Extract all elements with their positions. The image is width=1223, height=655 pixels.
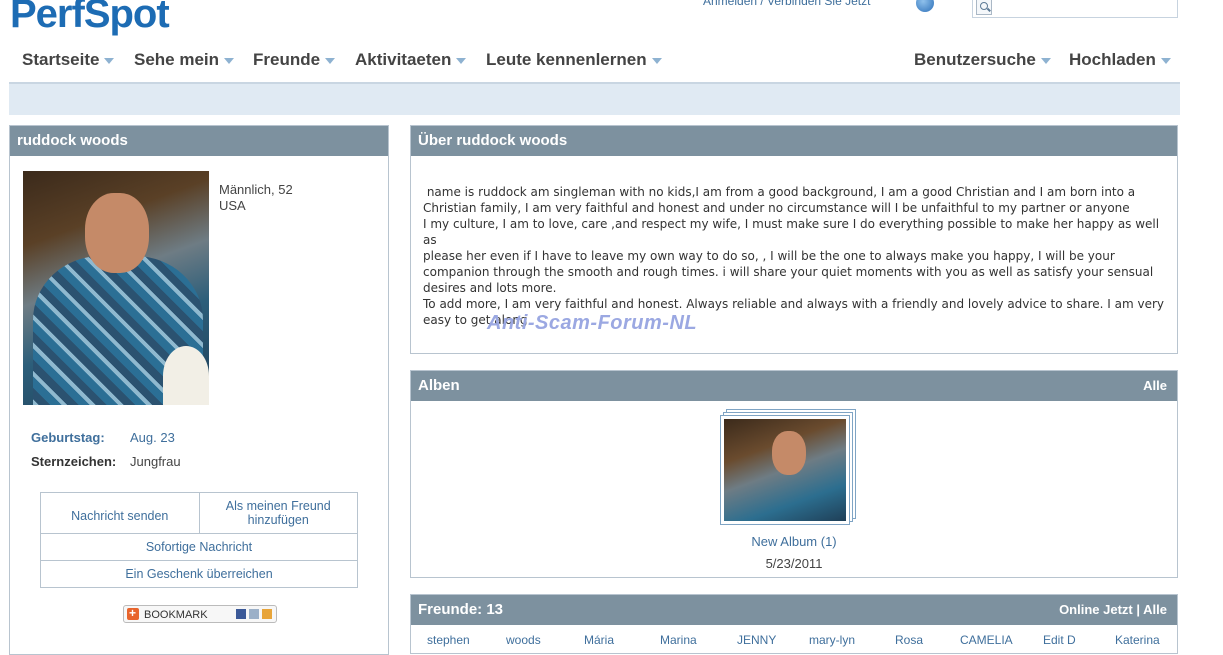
action-row: Ein Geschenk überreichen [41, 561, 357, 587]
albums-all-link[interactable]: Alle [1143, 378, 1167, 393]
albums-title: Alben [418, 377, 460, 394]
share-icons [236, 609, 272, 619]
friends-title: Freunde: 13 [418, 601, 504, 618]
friends-online-link[interactable]: Online Jetzt [1059, 602, 1133, 617]
friends-header: Freunde: 13 Online Jetzt | Alle [411, 595, 1177, 625]
friend-link[interactable]: mary-lyn [809, 633, 855, 647]
nav-benutzersuche[interactable]: Benutzersuche [914, 50, 1051, 70]
album-cover [720, 415, 850, 525]
nav-label: Sehe mein [134, 50, 220, 69]
nav-leute-kennenlernen[interactable]: Leute kennenlernen [486, 50, 662, 70]
nav-label: Hochladen [1069, 50, 1156, 69]
nav-sehe-mein[interactable]: Sehe mein [134, 50, 235, 70]
about-header: Über ruddock woods [411, 126, 1177, 156]
chevron-down-icon [224, 57, 235, 64]
profile-panel: ruddock woods Männlich, 52 USA Geburtsta… [9, 125, 389, 655]
profile-name-header: ruddock woods [10, 126, 388, 156]
albums-header: Alben Alle [411, 371, 1177, 401]
digg-icon [249, 609, 259, 619]
friend-link[interactable]: JENNY [737, 633, 776, 647]
nav-aktivitaeten[interactable]: Aktivitaeten [355, 50, 467, 70]
chevron-down-icon [456, 57, 467, 64]
chevron-down-icon [1160, 57, 1171, 64]
watermark: Anti-Scam-Forum-NL [487, 312, 698, 334]
action-row: Sofortige Nachricht [41, 534, 357, 561]
friend-link[interactable]: Mária [584, 633, 614, 647]
instant-message-button[interactable]: Sofortige Nachricht [41, 534, 357, 560]
zodiac-value: Jungfrau [130, 454, 181, 469]
friends-separator: | [1136, 602, 1141, 617]
birthday-label: Geburtstag: [31, 430, 105, 445]
delicious-icon [236, 609, 246, 619]
bookmark-plus-icon [127, 604, 139, 622]
bookmark-button[interactable]: BOOKMARK [123, 604, 277, 623]
friend-link[interactable]: Rosa [895, 633, 923, 647]
nav-startseite[interactable]: Startseite [22, 50, 115, 70]
friend-link[interactable]: Katerina [1115, 633, 1160, 647]
country: USA [219, 198, 246, 213]
nav-label: Benutzersuche [914, 50, 1036, 69]
about-title: Über ruddock woods [418, 132, 568, 149]
about-text: name is ruddock am singleman with no kid… [423, 185, 1165, 327]
main-nav: Startseite Sehe mein Freunde Aktivitaete… [0, 50, 1223, 78]
globe-icon[interactable] [916, 0, 934, 12]
friends-list: stephen woods Mária Marina JENNY mary-ly… [411, 633, 1177, 647]
search-input[interactable] [972, 0, 1178, 18]
friend-link[interactable]: woods [506, 633, 541, 647]
zodiac-label: Sternzeichen: [31, 454, 117, 469]
photo-face [85, 193, 149, 273]
profile-name: ruddock woods [17, 132, 128, 149]
gender-age: Männlich, 52 [219, 182, 293, 197]
nav-freunde[interactable]: Freunde [253, 50, 336, 70]
friends-all-link[interactable]: Alle [1143, 602, 1167, 617]
album-photo-face [772, 431, 806, 475]
about-panel: Über ruddock woods name is ruddock am si… [410, 125, 1178, 354]
chevron-down-icon [104, 57, 115, 64]
nav-label: Freunde [253, 50, 321, 69]
photo-cup [163, 346, 209, 405]
login-link[interactable]: Anmelden / Verbinden Sie Jetzt [703, 0, 870, 8]
chevron-down-icon [651, 57, 662, 64]
bookmark-label: BOOKMARK [144, 609, 208, 621]
chevron-down-icon [325, 57, 336, 64]
album-thumbnail[interactable] [720, 409, 856, 527]
nav-label: Aktivitaeten [355, 50, 452, 69]
albums-panel: Alben Alle New Album (1) 5/23/2011 [410, 370, 1178, 578]
profile-photo[interactable] [23, 171, 209, 405]
birthday-value: Aug. 23 [130, 430, 175, 445]
nav-hochladen[interactable]: Hochladen [1069, 50, 1171, 70]
send-message-button[interactable]: Nachricht senden [41, 493, 199, 533]
friend-link[interactable]: CAMELIA [960, 633, 1013, 647]
friend-link[interactable]: stephen [427, 633, 470, 647]
favorites-icon [262, 609, 272, 619]
friends-panel: Freunde: 13 Online Jetzt | Alle stephen … [410, 594, 1178, 654]
search-icon[interactable] [976, 0, 992, 15]
perfspot-logo[interactable]: PerfSpot [10, 0, 170, 38]
profile-actions: Nachricht senden Als meinen Freund hinzu… [40, 492, 358, 588]
album-photo [724, 419, 846, 521]
action-row: Nachricht senden Als meinen Freund hinzu… [41, 493, 357, 534]
nav-label: Startseite [22, 50, 100, 69]
nav-label: Leute kennenlernen [486, 50, 647, 69]
friend-link[interactable]: Marina [660, 633, 697, 647]
chevron-down-icon [1040, 57, 1051, 64]
give-gift-button[interactable]: Ein Geschenk überreichen [41, 561, 357, 587]
album-date: 5/23/2011 [765, 556, 823, 571]
album-title-link[interactable]: New Album (1) [411, 534, 1177, 549]
banner-bar [9, 84, 1180, 115]
friend-link[interactable]: Edit D [1043, 633, 1076, 647]
add-friend-button[interactable]: Als meinen Freund hinzufügen [198, 493, 358, 533]
